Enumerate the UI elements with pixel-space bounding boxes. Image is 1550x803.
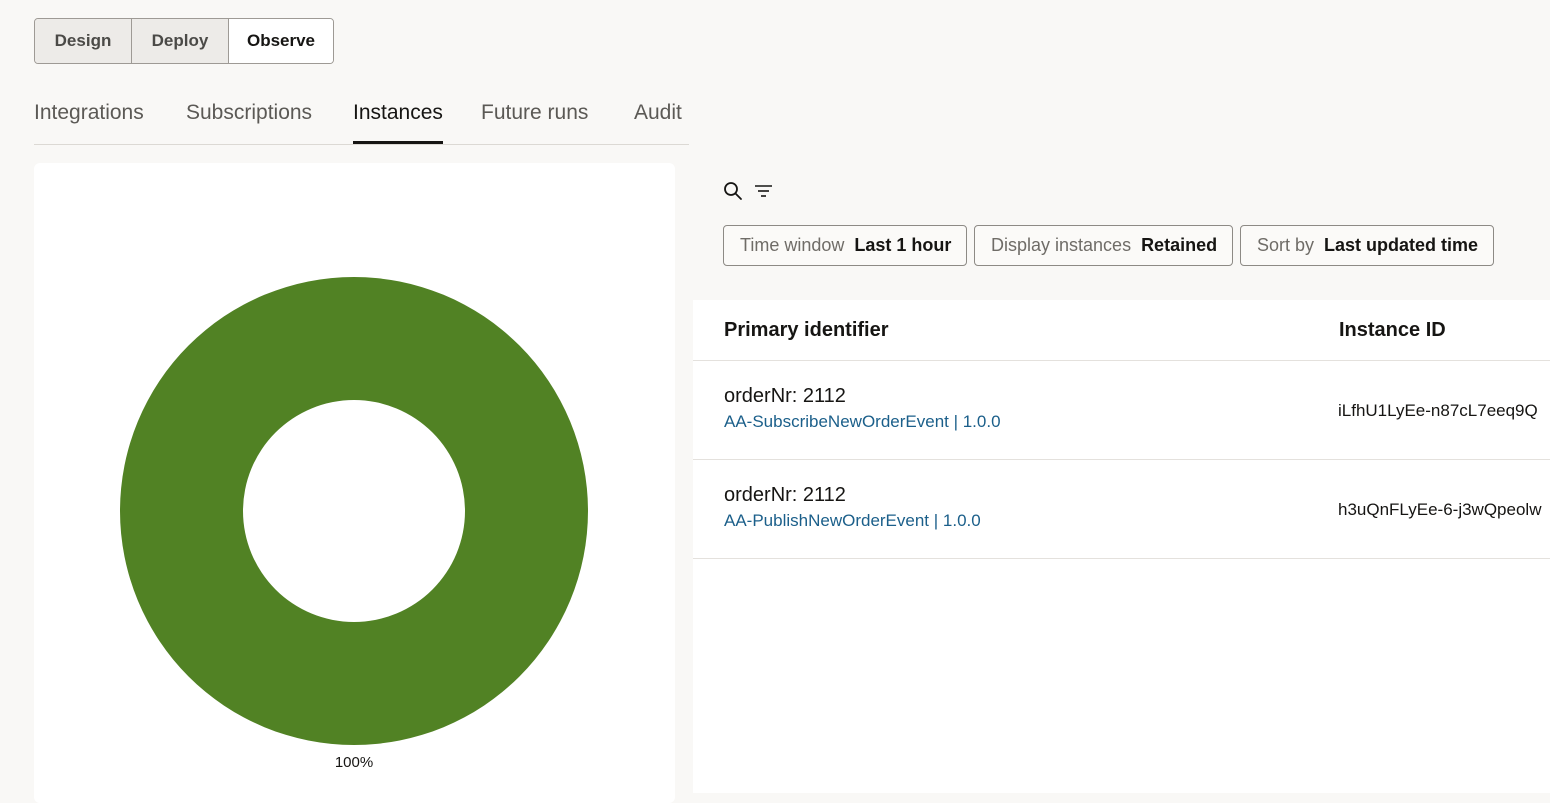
integration-link[interactable]: AA-SubscribeNewOrderEvent | 1.0.0 <box>724 412 1001 432</box>
donut-slice-label: 100% <box>335 754 373 771</box>
column-header-primary-identifier[interactable]: Primary identifier <box>724 319 889 342</box>
filter-icon[interactable] <box>753 180 775 202</box>
tab-integrations[interactable]: Integrations <box>34 96 144 144</box>
column-header-instance-id[interactable]: Instance ID <box>1339 319 1446 342</box>
instance-id-cell: h3uQnFLyEe-6-j3wQpeolw <box>1338 500 1542 519</box>
integration-link[interactable]: AA-PublishNewOrderEvent | 1.0.0 <box>724 511 981 531</box>
instances-chart-card: 100% <box>34 163 675 803</box>
primary-identifier-cell: orderNr: 2112 <box>724 385 846 407</box>
display-instances-value: Retained <box>1141 235 1218 255</box>
tab-subscriptions[interactable]: Subscriptions <box>186 96 312 144</box>
tab-audit[interactable]: Audit <box>634 96 682 144</box>
sort-by-filter[interactable]: Sort by Last updated time <box>1240 225 1495 266</box>
display-instances-filter[interactable]: Display instances Retained <box>974 225 1234 266</box>
search-icon[interactable] <box>722 180 744 202</box>
tab-instances[interactable]: Instances <box>353 96 443 144</box>
design-button[interactable]: Design <box>35 19 131 63</box>
tab-future-runs[interactable]: Future runs <box>481 96 588 144</box>
observe-button[interactable]: Observe <box>228 19 333 63</box>
instances-table: Primary identifier Instance ID orderNr: … <box>693 300 1550 793</box>
view-switcher: Design Deploy Observe <box>34 18 334 64</box>
table-row[interactable]: orderNr: 2112 AA-PublishNewOrderEvent | … <box>693 460 1550 559</box>
table-header: Primary identifier Instance ID <box>693 300 1550 361</box>
instance-id-cell: iLfhU1LyEe-n87cL7eeq9Q <box>1338 401 1538 420</box>
deploy-button[interactable]: Deploy <box>131 19 228 63</box>
table-row[interactable]: orderNr: 2112 AA-SubscribeNewOrderEvent … <box>693 361 1550 460</box>
time-window-filter[interactable]: Time window Last 1 hour <box>723 225 968 266</box>
tab-bar: Integrations Subscriptions Instances Fut… <box>34 96 689 145</box>
primary-identifier-cell: orderNr: 2112 <box>724 484 846 506</box>
time-window-label: Time window <box>740 235 845 255</box>
donut-slice[interactable] <box>120 277 588 745</box>
sort-by-label: Sort by <box>1257 235 1315 255</box>
display-instances-label: Display instances <box>991 235 1132 255</box>
time-window-value: Last 1 hour <box>854 235 952 255</box>
sort-by-value: Last updated time <box>1324 235 1479 255</box>
instances-donut-chart: 100% <box>120 277 588 771</box>
